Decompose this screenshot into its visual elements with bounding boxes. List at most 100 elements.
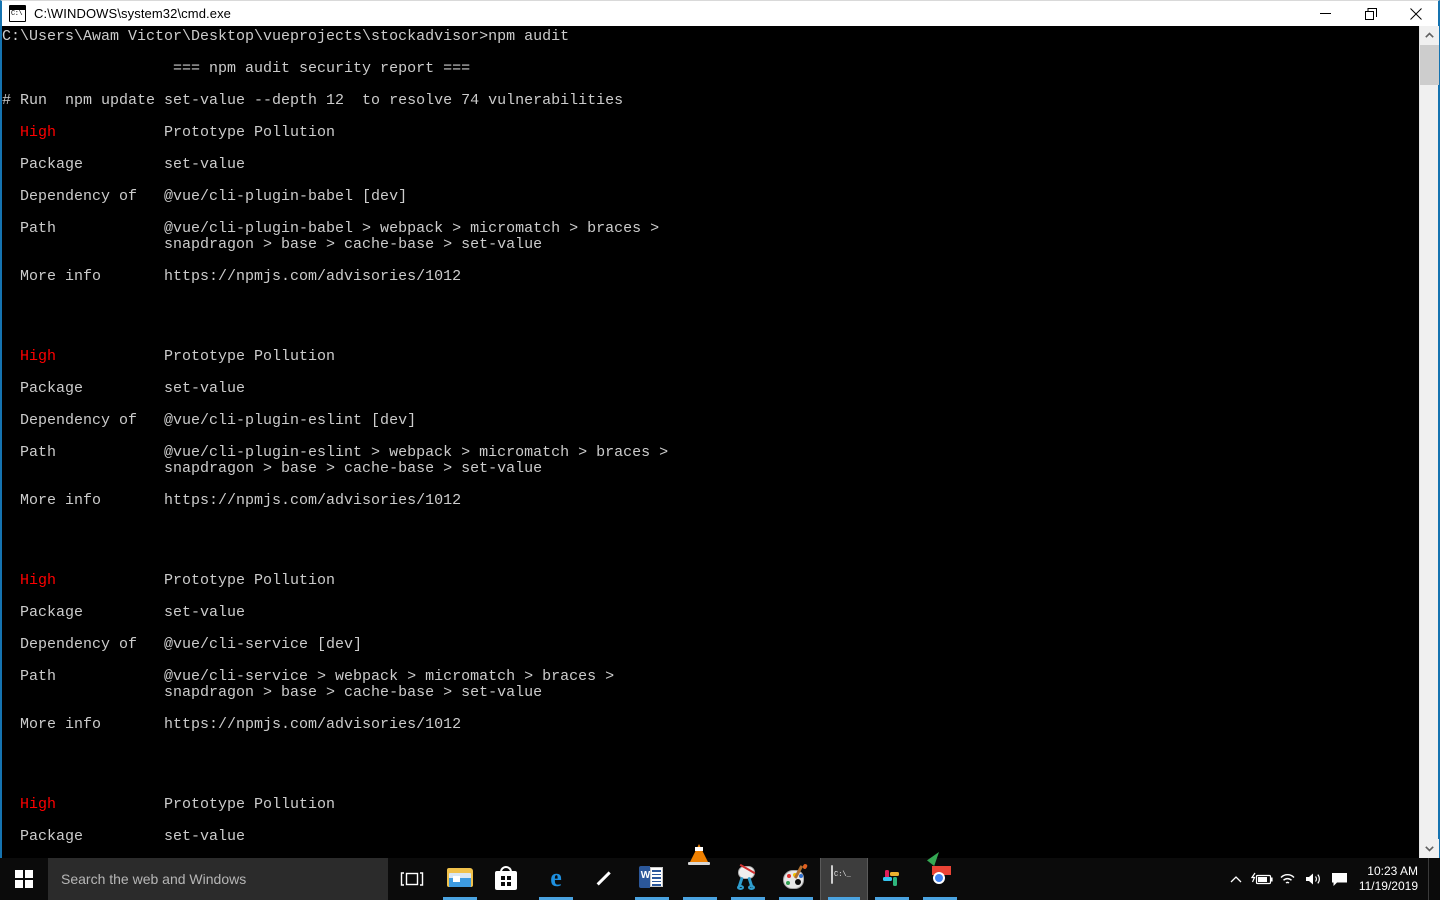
scroll-up-button[interactable]: [1420, 26, 1439, 45]
advisory-title: Prototype Pollution: [164, 796, 336, 813]
console-line: Dependency of @vue/cli-service [dev]: [2, 636, 363, 653]
scrollbar-thumb[interactable]: [1420, 45, 1439, 85]
network-status-button[interactable]: [1275, 858, 1301, 900]
severity-label: High: [2, 348, 165, 365]
minimize-icon: [1320, 13, 1331, 14]
command-prompt-icon: C:\_: [831, 865, 857, 892]
task-view-button[interactable]: [388, 858, 436, 900]
console-line: Package set-value: [2, 156, 246, 173]
clock[interactable]: 10:23 AM 11/19/2019: [1353, 864, 1428, 894]
volume-button[interactable]: [1301, 858, 1327, 900]
show-hidden-icons-button[interactable]: [1223, 858, 1249, 900]
clock-time: 10:23 AM: [1367, 864, 1418, 878]
slack-icon: [879, 866, 905, 892]
search-input[interactable]: Search the web and Windows: [48, 858, 388, 900]
chevron-up-icon: [1230, 875, 1242, 882]
console-line: More info https://npmjs.com/advisories/1…: [2, 492, 462, 509]
speech-bubble-icon: [1332, 872, 1348, 886]
taskbar: Search the web and Windows e W C:\_ 10:2…: [0, 844, 1440, 900]
console-output-area[interactable]: C:\Users\Awam Victor\Desktop\vueprojects…: [2, 26, 1438, 858]
taskbar-spacer: [964, 858, 1223, 900]
cmd-icon[interactable]: C:\: [9, 5, 26, 22]
console-line: High Prototype Pollution: [2, 125, 668, 141]
task-view-icon: [400, 872, 424, 886]
console-line: Dependency of @vue/cli-plugin-eslint [de…: [2, 412, 417, 429]
console-line: High Prototype Pollution: [2, 349, 668, 365]
severity-label: High: [2, 124, 165, 141]
taskbar-item-vlc-media-player[interactable]: [676, 844, 724, 900]
window-titlebar[interactable]: C:\ C:\WINDOWS\system32\cmd.exe: [2, 1, 1438, 26]
taskbar-item-paint[interactable]: [772, 858, 820, 900]
taskbar-item-file-explorer[interactable]: [436, 858, 484, 900]
file-explorer-icon: [447, 866, 473, 892]
battery-charging-icon: [1250, 872, 1273, 885]
system-tray: 10:23 AM 11/19/2019: [1223, 858, 1440, 900]
console-line: C:\Users\Awam Victor\Desktop\vueprojects…: [2, 28, 570, 45]
taskbar-item-microsoft-edge[interactable]: e: [532, 858, 580, 900]
advisory-title: Prototype Pollution: [164, 124, 336, 141]
battery-status-button[interactable]: [1249, 858, 1275, 900]
console-line: Package set-value: [2, 380, 246, 397]
console-line: More info https://npmjs.com/advisories/1…: [2, 268, 462, 285]
vlc-cone-icon: [687, 844, 713, 892]
taskbar-app-list: e W C:\_: [436, 844, 964, 900]
console-line: Dependency of @vue/cli-plugin-babel [dev…: [2, 188, 408, 205]
console-line: Package set-value: [2, 604, 246, 621]
microsoft-store-icon: [495, 866, 521, 892]
close-icon: [1409, 7, 1422, 20]
chevron-up-icon: [1425, 32, 1434, 38]
minimize-button[interactable]: [1303, 1, 1348, 26]
console-line: More info https://npmjs.com/advisories/1…: [2, 716, 462, 733]
taskbar-item-microsoft-store[interactable]: [484, 858, 532, 900]
clock-date: 11/19/2019: [1358, 879, 1418, 893]
taskbar-item-command-prompt[interactable]: C:\_: [820, 858, 868, 900]
start-button[interactable]: [0, 858, 48, 900]
scroll-down-button[interactable]: [1420, 839, 1439, 858]
console-line: snapdragon > base > cache-base > set-val…: [2, 684, 543, 701]
action-center-button[interactable]: [1327, 858, 1353, 900]
microsoft-edge-icon: e: [550, 863, 562, 892]
severity-label: High: [2, 796, 165, 813]
console-line: snapdragon > base > cache-base > set-val…: [2, 236, 543, 253]
severity-label: High: [2, 572, 165, 589]
taskbar-item-microsoft-word[interactable]: W: [628, 858, 676, 900]
window-title: C:\WINDOWS\system32\cmd.exe: [34, 6, 232, 21]
taskbar-item-google-chrome[interactable]: [916, 852, 964, 900]
advisory-title: Prototype Pollution: [164, 348, 336, 365]
taskbar-item-slack[interactable]: [868, 858, 916, 900]
vertical-scrollbar[interactable]: [1419, 26, 1439, 858]
google-chrome-icon: [927, 852, 953, 892]
console-line: Path @vue/cli-plugin-eslint > webpack > …: [2, 444, 669, 461]
console-text: C:\Users\Awam Victor\Desktop\vueprojects…: [2, 26, 668, 845]
taskbar-item-snipping-tool[interactable]: [724, 858, 772, 900]
maximize-button[interactable]: [1348, 1, 1393, 26]
console-line: High Prototype Pollution: [2, 573, 668, 589]
console-line: Path @vue/cli-plugin-babel > webpack > m…: [2, 220, 660, 237]
close-button[interactable]: [1393, 1, 1438, 26]
pen-icon: [591, 866, 617, 892]
search-placeholder: Search the web and Windows: [61, 871, 247, 887]
console-line: snapdragon > base > cache-base > set-val…: [2, 460, 543, 477]
show-desktop-button[interactable]: [1428, 858, 1436, 900]
microsoft-word-icon: W: [639, 866, 665, 892]
taskbar-item-pen-app[interactable]: [580, 858, 628, 900]
cmd-icon-glyph: C:\: [11, 10, 23, 18]
paint-palette-icon: [783, 863, 809, 892]
